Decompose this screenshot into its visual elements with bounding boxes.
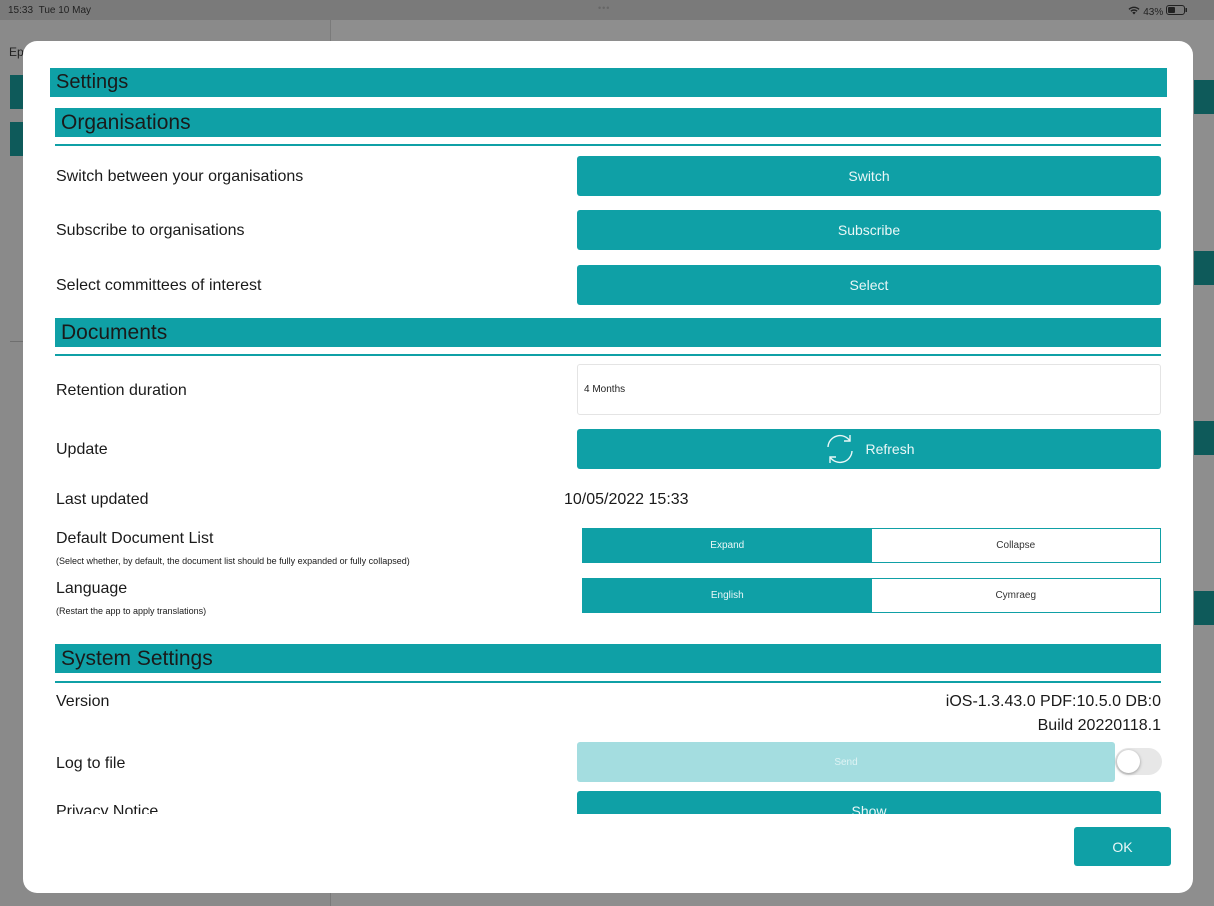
section-header-documents: Documents	[55, 318, 1161, 347]
last-updated-label: Last updated	[56, 491, 149, 508]
switch-button[interactable]: Switch	[577, 156, 1161, 196]
section-divider	[55, 144, 1161, 146]
status-time: 15:33 Tue 10 May	[8, 5, 91, 16]
status-bar: 15:33 Tue 10 May ••• 43%	[0, 0, 1214, 20]
refresh-icon	[823, 432, 857, 466]
build-value: Build 20220118.1	[1037, 717, 1161, 734]
log-to-file-toggle[interactable]	[1115, 748, 1162, 775]
time-text: 15:33	[8, 5, 34, 16]
last-updated-value: 10/05/2022 15:33	[564, 491, 689, 508]
version-label: Version	[56, 693, 110, 710]
sidebar-title-fragment: Ep	[9, 45, 24, 59]
update-label: Update	[56, 441, 108, 458]
select-button[interactable]: Select	[577, 265, 1161, 305]
privacy-notice-label: Privacy Notice	[56, 803, 159, 814]
wifi-icon	[1128, 6, 1143, 18]
settings-modal: Settings Organisations Switch between yo…	[23, 41, 1193, 893]
background-block	[1194, 421, 1214, 455]
retention-duration-label: Retention duration	[56, 382, 187, 399]
segment-expand[interactable]: Expand	[583, 529, 872, 562]
subscribe-organisations-label: Subscribe to organisations	[56, 222, 245, 239]
multitasking-dots[interactable]: •••	[598, 3, 610, 13]
language-segmented: English Cymraeg	[582, 578, 1161, 613]
show-privacy-button[interactable]: Show	[577, 791, 1161, 814]
toggle-knob	[1117, 750, 1140, 773]
battery-text: 43%	[1143, 7, 1164, 18]
section-divider	[55, 354, 1161, 356]
default-document-list-label: Default Document List	[56, 530, 214, 547]
send-log-button[interactable]: Send	[577, 742, 1115, 782]
background-block	[1194, 80, 1214, 114]
subscribe-button[interactable]: Subscribe	[577, 210, 1161, 250]
date-text: Tue 10 May	[38, 5, 92, 16]
battery-icon	[1166, 5, 1188, 18]
background-block	[1194, 591, 1214, 625]
section-divider	[55, 681, 1161, 683]
settings-title: Settings	[50, 68, 1167, 97]
version-value: iOS-1.3.43.0 PDF:10.5.0 DB:0	[945, 693, 1161, 710]
segment-collapse[interactable]: Collapse	[872, 529, 1161, 562]
language-help: (Restart the app to apply translations)	[56, 606, 207, 616]
section-header-system-settings: System Settings	[55, 644, 1161, 673]
switch-organisations-label: Switch between your organisations	[56, 168, 304, 185]
select-committees-label: Select committees of interest	[56, 277, 262, 294]
language-label: Language	[56, 580, 128, 597]
background-block	[1194, 251, 1214, 285]
default-document-list-help: (Select whether, by default, the documen…	[56, 556, 410, 566]
settings-scroll-area[interactable]: Settings Organisations Switch between yo…	[23, 41, 1193, 814]
refresh-button-label: Refresh	[865, 441, 915, 457]
refresh-button[interactable]: Refresh	[577, 429, 1161, 469]
default-document-list-segmented: Expand Collapse	[582, 528, 1161, 563]
segment-cymraeg[interactable]: Cymraeg	[872, 579, 1161, 612]
log-to-file-label: Log to file	[56, 755, 126, 772]
retention-duration-select[interactable]: 4 Months	[577, 364, 1161, 415]
ok-button[interactable]: OK	[1074, 827, 1171, 866]
segment-english[interactable]: English	[583, 579, 872, 612]
section-header-organisations: Organisations	[55, 108, 1161, 137]
status-right: 43%	[1128, 5, 1188, 18]
